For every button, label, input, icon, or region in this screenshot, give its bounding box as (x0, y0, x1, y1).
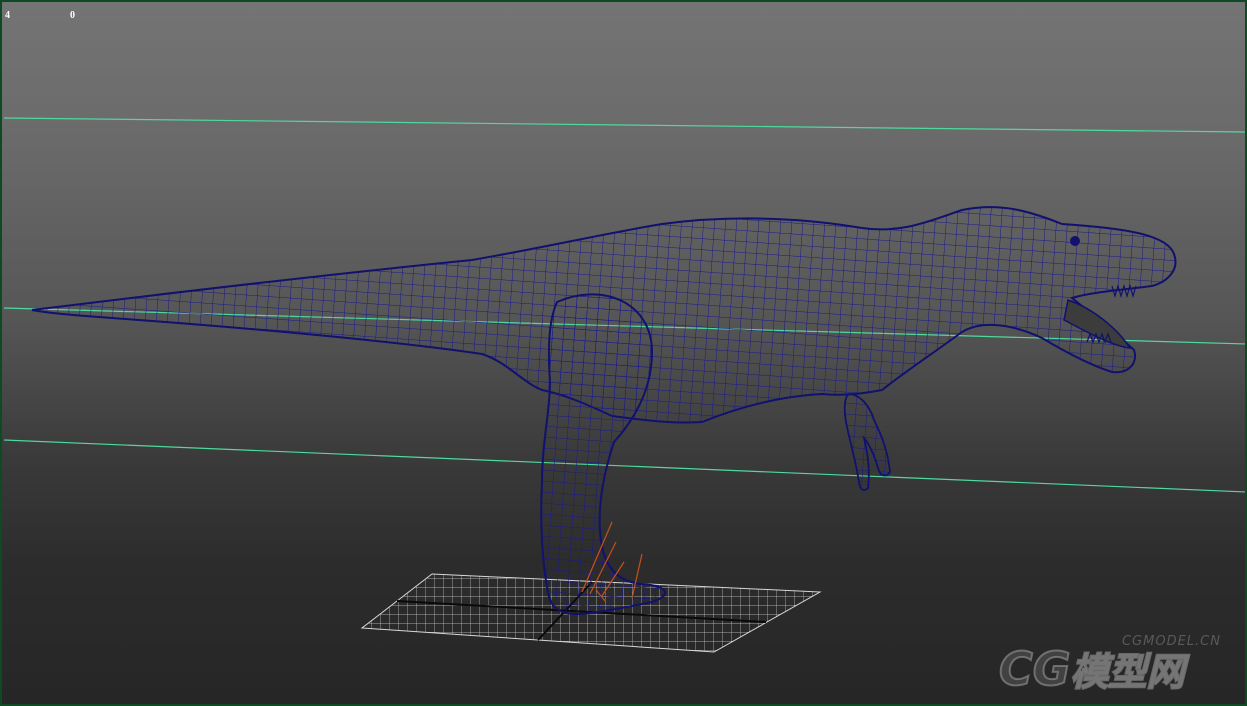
cgmodel-watermark: CGMODEL.CN CG模型网 (998, 634, 1231, 695)
watermark-brand: CG模型网 (998, 645, 1186, 695)
watermark-brand-cn: 模型网 (1070, 649, 1186, 695)
3d-viewport[interactable]: 4 0 CGMODEL.CN CG模型网 (0, 0, 1247, 706)
guide-line-top (3, 117, 1245, 133)
guide-line-lower (3, 439, 1245, 493)
watermark-brand-latin: CG (998, 642, 1072, 696)
dinosaur-wireframe-icon[interactable] (31, 206, 1177, 616)
scene-canvas[interactable] (2, 2, 1247, 706)
